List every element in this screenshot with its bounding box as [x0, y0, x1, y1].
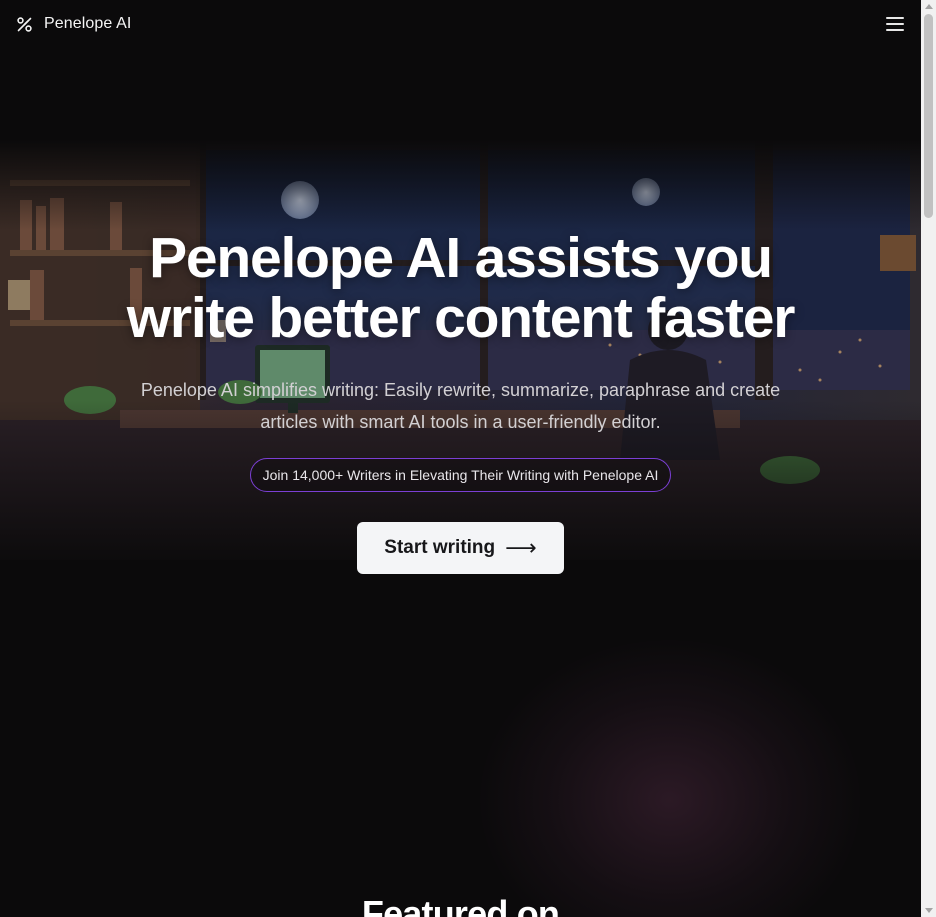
- percent-logo-icon: [16, 16, 33, 33]
- hero-section: Penelope AI assists you write better con…: [0, 228, 921, 574]
- hero-title: Penelope AI assists you write better con…: [126, 226, 796, 350]
- page-scrollbar[interactable]: [921, 0, 936, 917]
- hero-subtitle: Penelope AI simplifies writing: Easily r…: [140, 380, 781, 432]
- featured-on-heading: Featured on: [361, 893, 560, 917]
- writers-badge: Join 14,000+ Writers in Elevating Their …: [249, 458, 672, 492]
- scrollbar-thumb[interactable]: [924, 14, 933, 218]
- start-writing-label: Start writing: [384, 537, 496, 558]
- start-writing-button[interactable]: Start writing ⟶: [357, 522, 564, 574]
- background-glow: [480, 640, 860, 917]
- hero-fade-top: [0, 140, 921, 230]
- brand-link[interactable]: Penelope AI: [16, 15, 131, 33]
- navbar: Penelope AI: [0, 0, 921, 48]
- scroll-down-icon[interactable]: [925, 908, 933, 913]
- scroll-up-icon[interactable]: [925, 4, 933, 9]
- page: Penelope AI Penelope AI assists you writ…: [0, 0, 921, 917]
- hamburger-menu-icon[interactable]: [886, 16, 906, 32]
- arrow-right-icon: ⟶: [505, 535, 537, 560]
- brand-name: Penelope AI: [44, 15, 132, 32]
